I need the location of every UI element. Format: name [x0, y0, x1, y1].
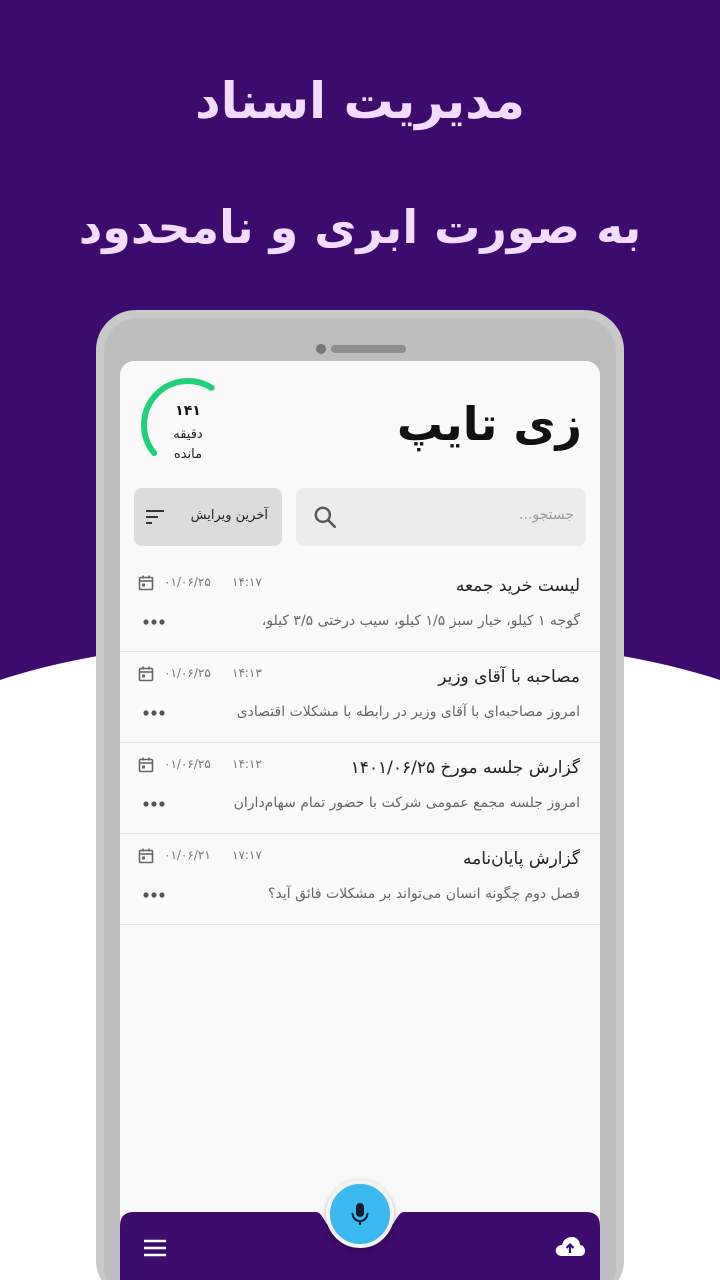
calendar-icon	[138, 666, 154, 682]
more-horizontal-icon[interactable]	[142, 886, 166, 904]
note-snippet: امروز جلسه مجمع عمومی شرکت با حضور تمام …	[233, 795, 580, 811]
note-title: مصاحبه با آقای وزیر	[438, 667, 580, 687]
note-time: ۱۴:۱۳	[232, 666, 262, 680]
note-date: ۰۱/۰۶/۲۱	[164, 848, 211, 862]
phone-speaker	[331, 345, 406, 353]
more-horizontal-icon[interactable]	[142, 704, 166, 722]
sort-button[interactable]: آخرین ویرایش	[134, 488, 282, 546]
more-horizontal-icon[interactable]	[142, 613, 166, 631]
note-item[interactable]: لیست خرید جمعه گوجه ۱ کیلو، خیار سبز ۱/۵…	[120, 561, 600, 652]
credits-label: دقیقه مانده	[138, 425, 238, 465]
mic-icon	[351, 1203, 369, 1225]
note-date: ۰۱/۰۶/۲۵	[164, 666, 211, 680]
calendar-icon	[138, 575, 154, 591]
app-screen: زی تایپ ۱۴۱ دقیقه مانده جستجو... آخرین و…	[120, 361, 600, 1280]
note-time: ۱۴:۱۷	[232, 575, 262, 589]
calendar-icon	[138, 757, 154, 773]
headline-primary: مدیریت اسناد	[195, 72, 525, 130]
note-time: ۱۷:۱۷	[232, 848, 262, 862]
calendar-icon	[138, 848, 154, 864]
note-item[interactable]: گزارش پایان‌نامه فصل دوم چگونه انسان می‌…	[120, 834, 600, 925]
credits-value: ۱۴۱	[175, 403, 201, 419]
note-title: لیست خرید جمعه	[455, 576, 580, 596]
note-title: گزارش جلسه مورخ ۱۴۰۱/۰۶/۲۵	[350, 758, 580, 778]
search-icon[interactable]	[312, 504, 338, 530]
note-item[interactable]: مصاحبه با آقای وزیر امروز مصاحبه‌ای با آ…	[120, 652, 600, 743]
record-button[interactable]	[326, 1180, 394, 1248]
search-field[interactable]: جستجو...	[296, 488, 586, 546]
credits-label-line1: دقیقه	[173, 427, 203, 442]
note-date: ۰۱/۰۶/۲۵	[164, 757, 211, 771]
note-item[interactable]: گزارش جلسه مورخ ۱۴۰۱/۰۶/۲۵ امروز جلسه مج…	[120, 743, 600, 834]
note-time: ۱۴:۱۲	[232, 757, 262, 771]
sort-label: آخرین ویرایش	[190, 508, 268, 523]
menu-icon[interactable]	[142, 1238, 168, 1258]
note-title: گزارش پایان‌نامه	[463, 849, 580, 869]
headline-secondary: به صورت ابری و نامحدود	[78, 200, 642, 254]
phone-camera	[316, 344, 326, 354]
note-date: ۰۱/۰۶/۲۵	[164, 575, 211, 589]
credits-label-line2: مانده	[173, 447, 203, 462]
sort-icon	[146, 510, 164, 524]
note-snippet: گوجه ۱ کیلو، خیار سبز ۱/۵ کیلو، سیب درخت…	[261, 613, 580, 629]
notes-list: لیست خرید جمعه گوجه ۱ کیلو، خیار سبز ۱/۵…	[120, 561, 600, 925]
note-snippet: فصل دوم چگونه انسان می‌تواند بر مشکلات ف…	[268, 886, 580, 902]
cloud-upload-icon[interactable]	[554, 1234, 586, 1260]
more-horizontal-icon[interactable]	[142, 795, 166, 813]
app-logo: زی تایپ	[396, 397, 583, 451]
note-snippet: امروز مصاحبه‌ای با آقای وزیر در رابطه با…	[236, 704, 580, 720]
search-input[interactable]: جستجو...	[519, 507, 574, 523]
